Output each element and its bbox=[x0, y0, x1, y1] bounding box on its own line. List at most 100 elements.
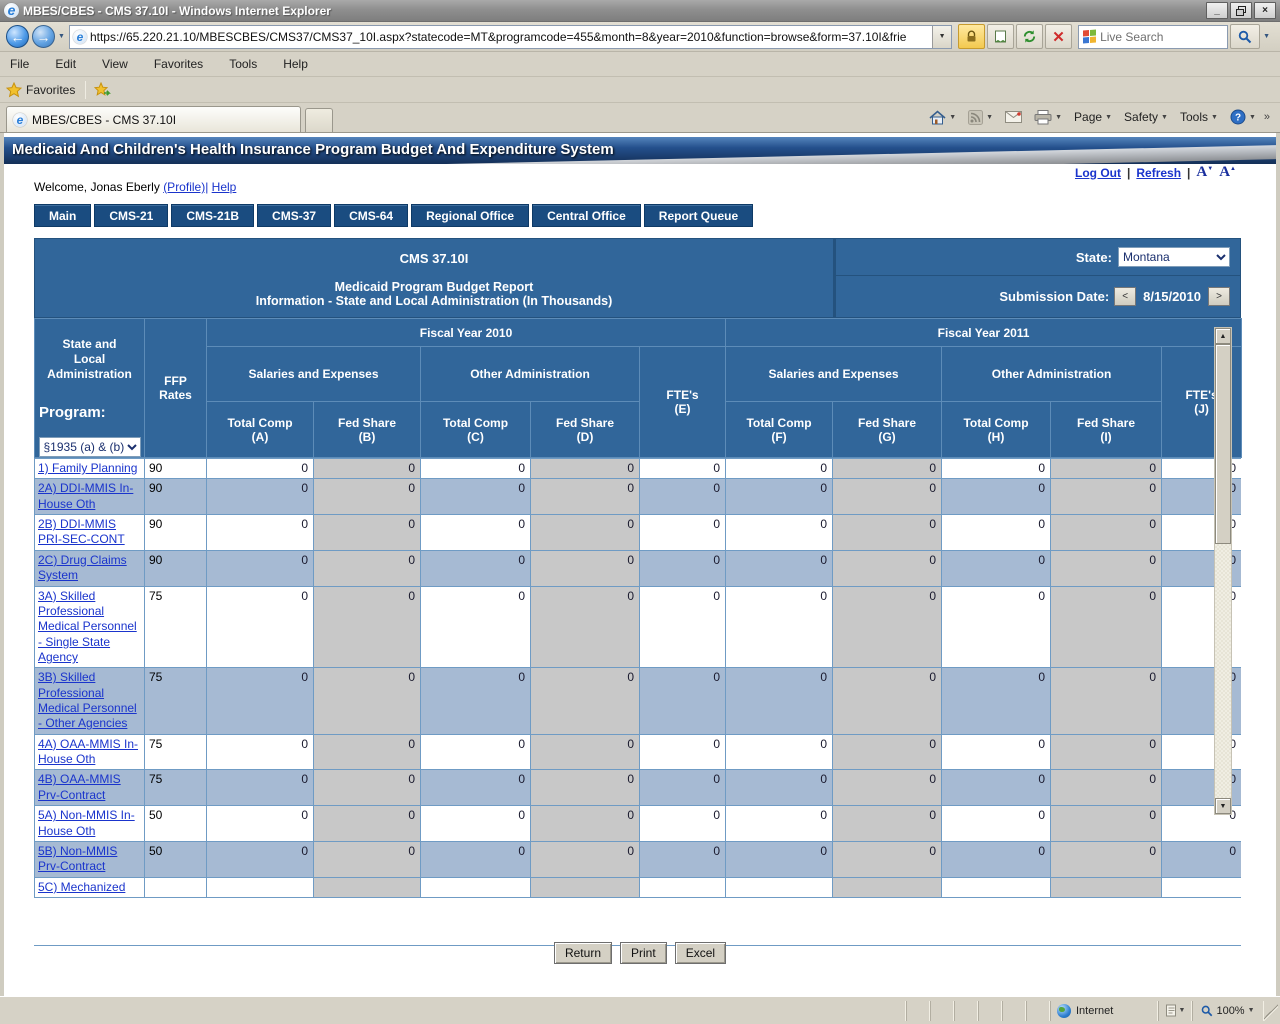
search-input[interactable]: Live Search bbox=[1078, 24, 1229, 49]
menu-edit[interactable]: Edit bbox=[55, 57, 76, 71]
value-cell[interactable]: 0 bbox=[639, 667, 726, 735]
value-cell[interactable]: 0 bbox=[420, 585, 531, 669]
program-row-link[interactable]: 5B) Non-MMIS Prv-Contract bbox=[38, 844, 117, 873]
value-cell[interactable]: 0 bbox=[941, 769, 1051, 807]
address-input[interactable]: e https://65.220.21.10/MBESCBES/CMS37/CM… bbox=[68, 24, 953, 49]
chevron-more-icon[interactable]: » bbox=[1264, 111, 1270, 123]
program-row-link[interactable]: 2B) DDI-MMIS PRI-SEC-CONT bbox=[38, 517, 125, 546]
value-cell[interactable]: 0 bbox=[639, 549, 726, 587]
program-row-link[interactable]: 5A) Non-MMIS In-House Oth bbox=[38, 808, 135, 837]
menu-tools[interactable]: Tools bbox=[229, 57, 257, 71]
nav-tab-cms-64[interactable]: CMS-64 bbox=[334, 204, 409, 227]
excel-button[interactable]: Excel bbox=[674, 942, 727, 964]
menu-help[interactable]: Help bbox=[283, 57, 308, 71]
value-cell[interactable]: 0 bbox=[941, 667, 1051, 735]
scroll-down-icon[interactable]: ▼ bbox=[1215, 798, 1231, 814]
value-cell[interactable]: 0 bbox=[206, 840, 314, 878]
address-dropdown-button[interactable]: ▼ bbox=[932, 25, 952, 48]
value-cell[interactable]: 0 bbox=[639, 458, 726, 480]
program-row-link[interactable]: 5C) Mechanized bbox=[38, 880, 125, 894]
browser-tab-active[interactable]: e MBES/CBES - CMS 37.10I bbox=[6, 106, 301, 132]
menu-file[interactable]: File bbox=[10, 57, 29, 71]
value-cell[interactable]: 0 bbox=[725, 478, 833, 516]
refresh-button[interactable] bbox=[1016, 24, 1044, 49]
next-date-button[interactable]: > bbox=[1208, 287, 1230, 306]
feeds-dropdown-icon[interactable]: ▼ bbox=[986, 114, 993, 121]
value-cell[interactable]: 0 bbox=[639, 840, 726, 878]
value-cell[interactable]: 0 bbox=[420, 478, 531, 516]
stop-button[interactable]: ✕ bbox=[1045, 24, 1073, 49]
value-cell[interactable]: 0 bbox=[725, 840, 833, 878]
program-row-link[interactable]: 4A) OAA-MMIS In-House Oth bbox=[38, 737, 138, 766]
value-cell[interactable]: 0 bbox=[420, 840, 531, 878]
value-cell[interactable]: 0 bbox=[639, 733, 726, 771]
scroll-up-icon[interactable]: ▲ bbox=[1215, 328, 1231, 344]
recent-pages-dropdown-icon[interactable]: ▼ bbox=[58, 33, 65, 40]
value-cell[interactable]: 0 bbox=[206, 733, 314, 771]
add-favorite-icon[interactable] bbox=[94, 81, 112, 98]
nav-tab-report-queue[interactable]: Report Queue bbox=[643, 204, 754, 227]
value-cell[interactable]: 0 bbox=[420, 549, 531, 587]
value-cell[interactable]: 0 bbox=[941, 805, 1051, 842]
table-scrollbar[interactable]: ▲ ▼ bbox=[1214, 327, 1232, 815]
program-select[interactable]: §1935 (a) & (b) bbox=[38, 437, 141, 457]
value-cell[interactable]: 0 bbox=[725, 733, 833, 771]
logout-link[interactable]: Log Out bbox=[1075, 166, 1121, 180]
nav-tab-cms-37[interactable]: CMS-37 bbox=[257, 204, 332, 227]
menu-favorites[interactable]: Favorites bbox=[154, 57, 203, 71]
search-options-dropdown-icon[interactable]: ▼ bbox=[1263, 33, 1270, 40]
program-row-link[interactable]: 4B) OAA-MMIS Prv-Contract bbox=[38, 772, 121, 801]
help-link[interactable]: Help bbox=[212, 180, 237, 194]
value-cell[interactable]: 0 bbox=[639, 478, 726, 516]
program-row-link[interactable]: 1) Family Planning bbox=[38, 461, 137, 475]
state-select[interactable]: Montana bbox=[1118, 247, 1230, 267]
program-row-link[interactable]: 2A) DDI-MMIS In-House Oth bbox=[38, 481, 133, 510]
value-cell[interactable]: 0 bbox=[941, 514, 1051, 551]
value-cell[interactable]: 0 bbox=[420, 805, 531, 842]
value-cell[interactable] bbox=[206, 876, 314, 898]
back-button[interactable]: ← bbox=[6, 25, 29, 48]
close-button[interactable]: × bbox=[1254, 2, 1276, 19]
value-cell[interactable]: 0 bbox=[941, 478, 1051, 516]
page-menu-button[interactable]: Page ▼ bbox=[1070, 108, 1116, 126]
compatibility-view-button[interactable] bbox=[987, 24, 1015, 49]
favorites-star-icon[interactable] bbox=[6, 81, 22, 98]
value-cell[interactable]: 0 bbox=[941, 733, 1051, 771]
font-increase-icon[interactable]: A▲ bbox=[1219, 164, 1236, 181]
value-cell[interactable]: 0 bbox=[420, 733, 531, 771]
value-cell[interactable]: 0 bbox=[639, 769, 726, 807]
menu-view[interactable]: View bbox=[102, 57, 128, 71]
nav-tab-regional-office[interactable]: Regional Office bbox=[411, 204, 530, 227]
value-cell[interactable]: 0 bbox=[206, 458, 314, 480]
read-mail-button[interactable] bbox=[1001, 109, 1026, 125]
program-row-link[interactable]: 2C) Drug Claims System bbox=[38, 553, 127, 582]
nav-tab-cms-21b[interactable]: CMS-21B bbox=[171, 204, 255, 227]
value-cell[interactable]: 0 bbox=[420, 514, 531, 551]
value-cell[interactable]: 0 bbox=[941, 585, 1051, 669]
print-dropdown-icon[interactable]: ▼ bbox=[1055, 114, 1062, 121]
profile-link[interactable]: (Profile)| bbox=[163, 180, 208, 194]
value-cell[interactable] bbox=[1161, 876, 1241, 898]
value-cell[interactable]: 0 bbox=[206, 585, 314, 669]
refresh-link[interactable]: Refresh bbox=[1136, 166, 1181, 180]
value-cell[interactable]: 0 bbox=[725, 769, 833, 807]
resize-grip[interactable] bbox=[1264, 1000, 1278, 1021]
help-button[interactable]: ? ▼ bbox=[1226, 107, 1260, 127]
value-cell[interactable]: 0 bbox=[420, 458, 531, 480]
scrollbar-thumb[interactable] bbox=[1215, 344, 1231, 544]
nav-tab-cms-21[interactable]: CMS-21 bbox=[94, 204, 169, 227]
home-dropdown-icon[interactable]: ▼ bbox=[949, 114, 956, 121]
value-cell[interactable]: 0 bbox=[420, 769, 531, 807]
restore-button[interactable] bbox=[1230, 2, 1252, 19]
prev-date-button[interactable]: < bbox=[1114, 287, 1137, 306]
value-cell[interactable]: 0 bbox=[206, 514, 314, 551]
value-cell[interactable]: 0 bbox=[725, 514, 833, 551]
tools-menu-button[interactable]: Tools ▼ bbox=[1176, 108, 1222, 126]
value-cell[interactable]: 0 bbox=[725, 585, 833, 669]
program-row-link[interactable]: 3A) Skilled Professional Medical Personn… bbox=[38, 589, 137, 664]
value-cell[interactable] bbox=[725, 876, 833, 898]
value-cell[interactable]: 0 bbox=[206, 478, 314, 516]
zoom-control[interactable]: 100% ▼ bbox=[1192, 1000, 1264, 1021]
value-cell[interactable]: 0 bbox=[639, 805, 726, 842]
font-decrease-icon[interactable]: A▼ bbox=[1196, 164, 1213, 181]
